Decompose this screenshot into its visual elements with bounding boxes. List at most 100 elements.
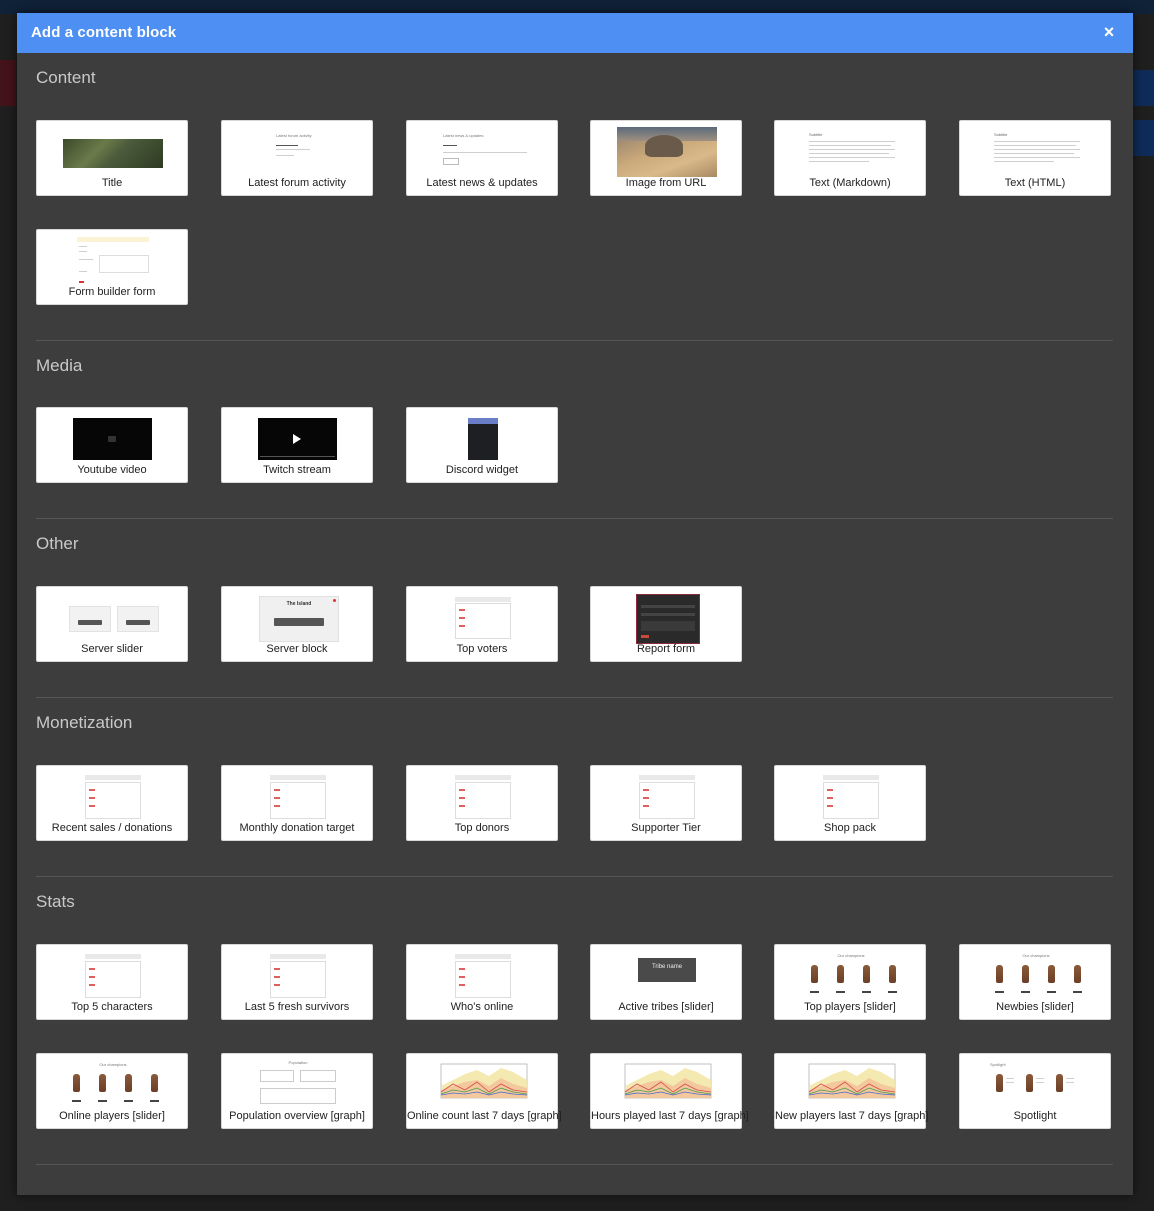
block-card-online-count-graph[interactable]: Online count last 7 days [graph] bbox=[406, 1053, 562, 1129]
block-card-discord-widget[interactable]: Discord widget bbox=[406, 407, 558, 483]
card-label: Text (Markdown) bbox=[809, 177, 891, 189]
thumb-heading: Latest forum activity bbox=[276, 133, 312, 138]
section-divider bbox=[36, 876, 1113, 877]
close-icon[interactable]: × bbox=[1099, 21, 1119, 43]
block-card-form-builder[interactable]: Form builder form bbox=[36, 229, 188, 305]
card-label: Hours played last 7 days [graph] bbox=[591, 1110, 749, 1122]
card-label: Shop pack bbox=[824, 822, 876, 834]
thumb-subtitle: Subtitle bbox=[994, 132, 1008, 137]
block-card-shop-pack[interactable]: Shop pack bbox=[774, 765, 926, 841]
hours-played-graph-thumbnail bbox=[624, 1063, 712, 1099]
block-card-top-voters[interactable]: Top voters bbox=[406, 586, 558, 662]
block-card-hours-played-graph[interactable]: Hours played last 7 days [graph] bbox=[590, 1053, 749, 1129]
top-voters-thumbnail bbox=[455, 597, 511, 639]
card-label: Latest news & updates bbox=[426, 177, 538, 189]
thumb-tribe-name: Tribe name bbox=[651, 964, 683, 970]
card-label: Top donors bbox=[454, 822, 510, 834]
card-label: Top voters bbox=[456, 643, 508, 655]
card-label: Recent sales / donations bbox=[51, 822, 173, 834]
thumb-heading: Spotlight bbox=[990, 1062, 1006, 1067]
card-label: New players last 7 days [graph] bbox=[775, 1110, 929, 1122]
block-card-active-tribes[interactable]: Tribe name Active tribes [slider] bbox=[590, 944, 742, 1020]
top-players-thumbnail: Our champions bbox=[801, 953, 901, 999]
block-card-text-html[interactable]: Subtitle Text (HTML) bbox=[959, 120, 1111, 196]
thumb-heading: Our champions bbox=[99, 1062, 127, 1067]
card-label: Online count last 7 days [graph] bbox=[407, 1110, 562, 1122]
card-label: Youtube video bbox=[77, 464, 147, 476]
card-label: Top players [slider] bbox=[804, 1001, 896, 1013]
news-thumbnail: Latest news & updates bbox=[437, 131, 529, 167]
card-label: Supporter Tier bbox=[631, 822, 701, 834]
new-players-graph-thumbnail bbox=[808, 1063, 896, 1099]
html-thumbnail: Subtitle bbox=[992, 131, 1082, 173]
block-card-spotlight[interactable]: Spotlight Spotlight bbox=[959, 1053, 1111, 1129]
block-card-latest-news[interactable]: Latest news & updates Latest news & upda… bbox=[406, 120, 558, 196]
block-card-recent-sales[interactable]: Recent sales / donations bbox=[36, 765, 188, 841]
thumb-heading: Our champions bbox=[1022, 953, 1050, 958]
block-card-supporter-tier[interactable]: Supporter Tier bbox=[590, 765, 742, 841]
section-title-stats: Stats bbox=[36, 892, 75, 911]
card-label: Active tribes [slider] bbox=[618, 1001, 714, 1013]
monthly-donation-thumbnail bbox=[270, 775, 326, 819]
title-thumbnail bbox=[63, 139, 163, 168]
recent-sales-thumbnail bbox=[85, 775, 141, 819]
server-slider-thumb-1 bbox=[69, 606, 111, 632]
online-players-thumbnail: Our champions bbox=[63, 1062, 163, 1108]
block-card-text-markdown[interactable]: Subtitle Text (Markdown) bbox=[774, 120, 926, 196]
server-slider-thumb-2 bbox=[117, 606, 159, 632]
block-card-whos-online[interactable]: Who's online bbox=[406, 944, 558, 1020]
block-card-server-block[interactable]: The Island Server block bbox=[221, 586, 373, 662]
card-label: Online players [slider] bbox=[59, 1110, 165, 1122]
block-card-top-5-characters[interactable]: Top 5 characters bbox=[36, 944, 188, 1020]
section-divider bbox=[36, 1164, 1113, 1165]
section-title-monetization: Monetization bbox=[36, 713, 133, 732]
card-label: Who's online bbox=[450, 1001, 514, 1013]
section-divider bbox=[36, 340, 1113, 341]
card-label: Latest forum activity bbox=[248, 177, 346, 189]
server-block-thumbnail: The Island bbox=[259, 596, 339, 642]
modal-header: Add a content block × bbox=[17, 13, 1133, 53]
thumb-heading: Latest news & updates bbox=[443, 133, 484, 138]
form-builder-thumbnail bbox=[77, 237, 149, 285]
section-title-media: Media bbox=[36, 356, 83, 375]
block-card-monthly-donation-target[interactable]: Monthly donation target bbox=[221, 765, 373, 841]
block-card-twitch-stream[interactable]: Twitch stream bbox=[221, 407, 373, 483]
report-form-thumbnail bbox=[636, 594, 700, 644]
fresh-survivors-thumbnail bbox=[270, 954, 326, 998]
block-card-online-players-slider[interactable]: Our champions Online players [slider] bbox=[36, 1053, 188, 1129]
thumb-server-name: The Island bbox=[286, 601, 312, 607]
block-card-top-donors[interactable]: Top donors bbox=[406, 765, 558, 841]
spotlight-thumbnail: Spotlight bbox=[986, 1062, 1086, 1108]
card-label: Last 5 fresh survivors bbox=[244, 1001, 350, 1013]
markdown-thumbnail: Subtitle bbox=[807, 131, 897, 173]
modal-title: Add a content block bbox=[31, 24, 177, 41]
card-label: Discord widget bbox=[445, 464, 519, 476]
top-donors-thumbnail bbox=[455, 775, 511, 819]
online-count-graph-thumbnail bbox=[440, 1063, 528, 1099]
card-label: Server block bbox=[266, 643, 328, 655]
whos-online-thumbnail bbox=[455, 954, 511, 998]
top-characters-thumbnail bbox=[85, 954, 141, 998]
card-label: Population overview [graph] bbox=[229, 1110, 365, 1122]
thumb-heading: Population bbox=[288, 1060, 308, 1065]
block-card-population-overview[interactable]: Population Population overview [graph] bbox=[221, 1053, 373, 1129]
block-card-report-form[interactable]: Report form bbox=[590, 586, 742, 662]
card-label: Spotlight bbox=[1013, 1110, 1057, 1122]
newbies-thumbnail: Our champions bbox=[986, 953, 1086, 999]
section-divider bbox=[36, 518, 1113, 519]
block-card-newbies-slider[interactable]: Our champions Newbies [slider] bbox=[959, 944, 1111, 1020]
block-card-last-5-fresh-survivors[interactable]: Last 5 fresh survivors bbox=[221, 944, 373, 1020]
supporter-tier-thumbnail bbox=[639, 775, 695, 819]
card-label: Server slider bbox=[81, 643, 143, 655]
block-card-latest-forum-activity[interactable]: Latest forum activity Latest forum activ… bbox=[221, 120, 373, 196]
add-content-block-modal: Add a content block × Content Title Late… bbox=[17, 13, 1133, 1195]
block-card-image-from-url[interactable]: Image from URL bbox=[590, 120, 742, 196]
block-card-new-players-graph[interactable]: New players last 7 days [graph] bbox=[774, 1053, 929, 1129]
block-card-top-players-slider[interactable]: Our champions Top players [slider] bbox=[774, 944, 926, 1020]
play-icon bbox=[293, 434, 301, 444]
block-card-youtube-video[interactable]: Youtube video bbox=[36, 407, 188, 483]
block-card-server-slider[interactable]: Server slider bbox=[36, 586, 188, 662]
block-card-title[interactable]: Title bbox=[36, 120, 188, 196]
forum-thumbnail: Latest forum activity bbox=[262, 131, 334, 167]
card-label: Monthly donation target bbox=[239, 822, 355, 834]
